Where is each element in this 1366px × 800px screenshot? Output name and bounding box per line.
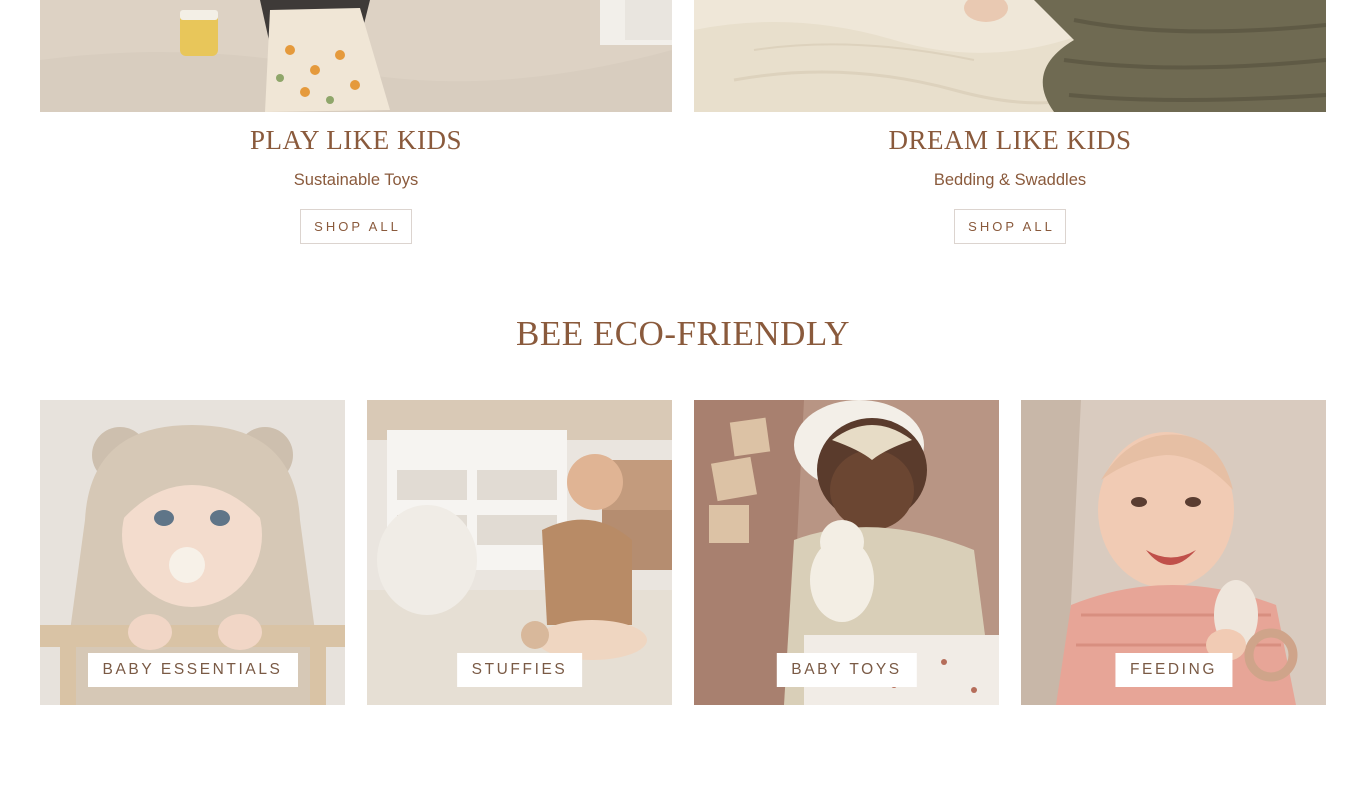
category-tile-feeding[interactable]: FEEDING bbox=[1021, 400, 1326, 705]
category-label: FEEDING bbox=[1114, 653, 1233, 687]
promo-image-bedding-graphic bbox=[694, 0, 1326, 112]
category-tile-stuffies[interactable]: STUFFIES bbox=[367, 400, 672, 705]
promo-dream-like-kids: DREAM LIKE KIDS Bedding & Swaddles SHOP … bbox=[694, 0, 1326, 244]
category-label: STUFFIES bbox=[456, 653, 583, 687]
category-tile-baby-toys[interactable]: BABY TOYS bbox=[694, 400, 999, 705]
section-title: BEE ECO-FRIENDLY bbox=[515, 314, 851, 353]
promo-play-like-kids: PLAY LIKE KIDS Sustainable Toys SHOP ALL bbox=[40, 0, 672, 244]
category-label: BABY ESSENTIALS bbox=[87, 653, 298, 687]
promo-image-toys-graphic bbox=[40, 0, 672, 112]
category-label: BABY TOYS bbox=[776, 653, 917, 687]
category-tile-baby-essentials[interactable]: BABY ESSENTIALS bbox=[40, 400, 345, 705]
shop-all-bedding-button[interactable]: SHOP ALL bbox=[954, 209, 1066, 244]
promo-subtitle: Bedding & Swaddles bbox=[933, 171, 1087, 189]
promo-title: PLAY LIKE KIDS bbox=[249, 125, 462, 155]
promo-subtitle: Sustainable Toys bbox=[293, 171, 419, 189]
promo-title: DREAM LIKE KIDS bbox=[888, 125, 1132, 155]
promo-image-bedding[interactable] bbox=[694, 0, 1326, 112]
shop-all-toys-button[interactable]: SHOP ALL bbox=[300, 209, 412, 244]
promo-image-toys[interactable] bbox=[40, 0, 672, 112]
